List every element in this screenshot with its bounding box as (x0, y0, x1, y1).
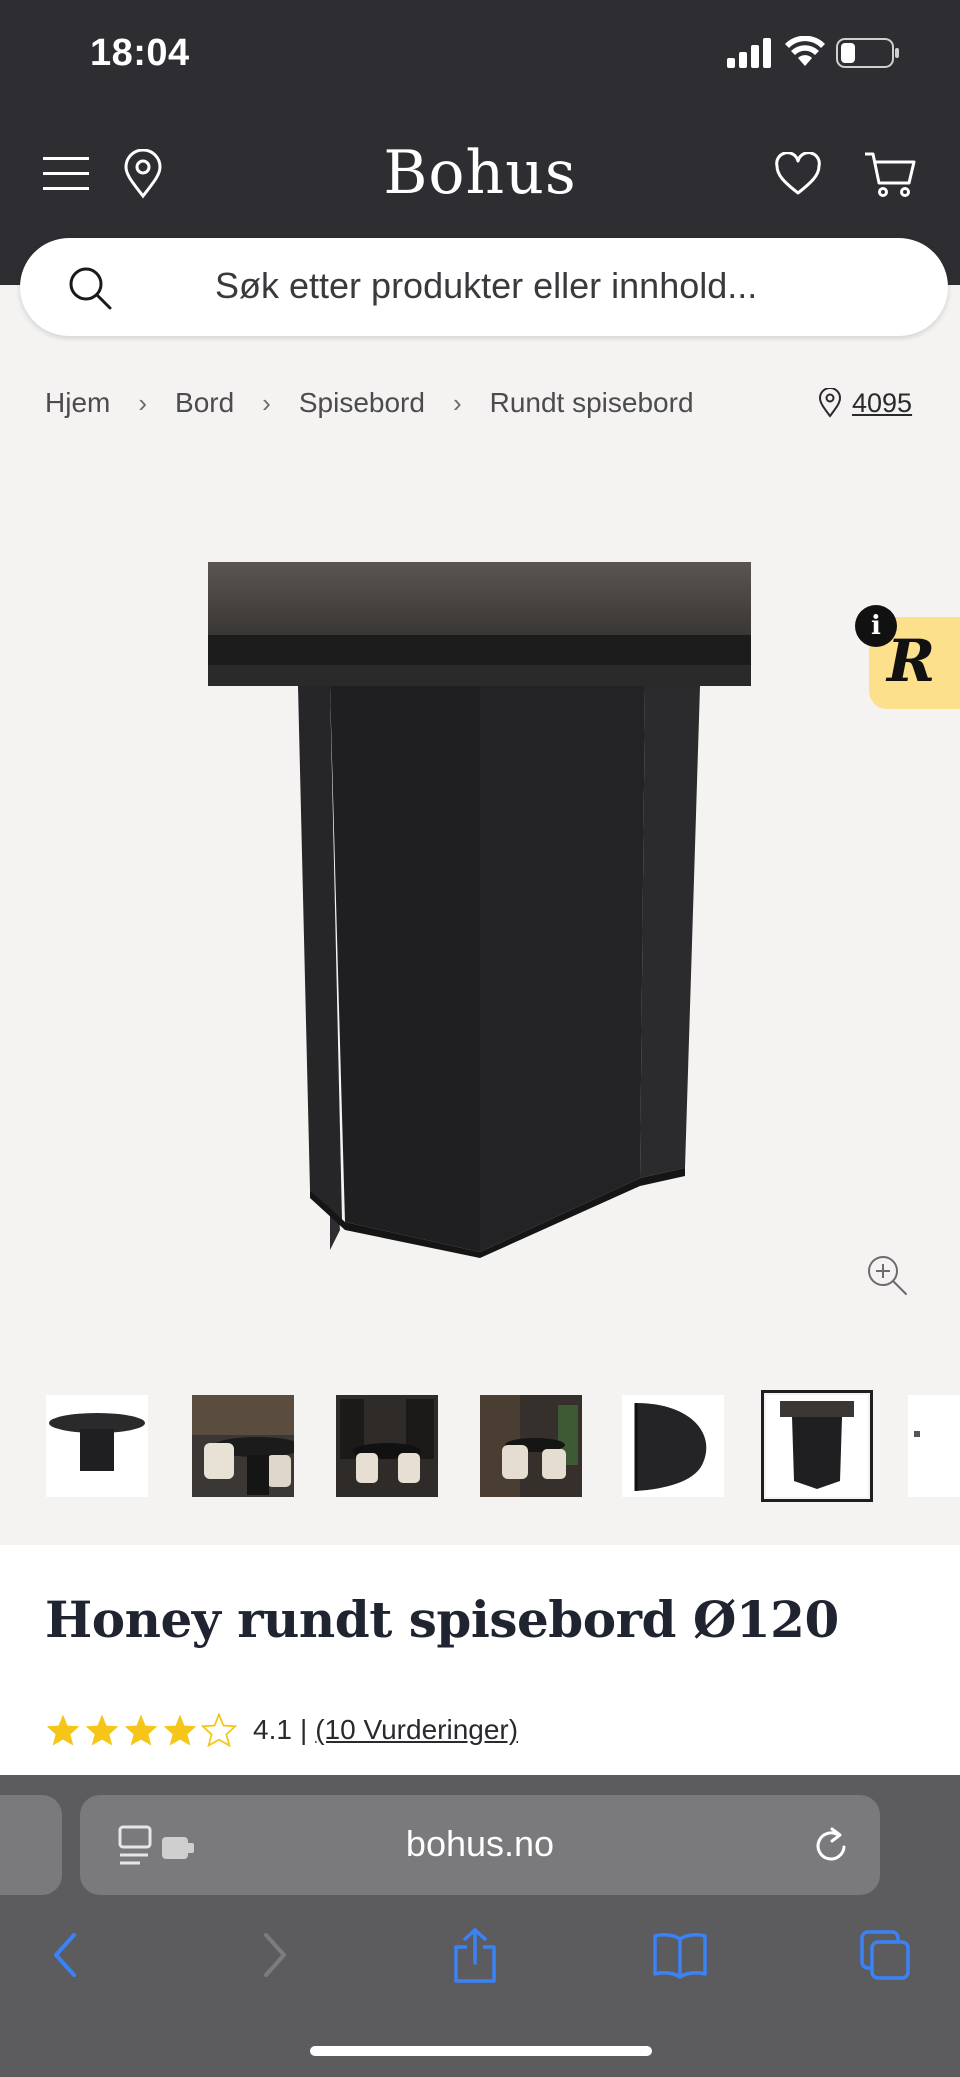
thumbnail-active[interactable] (761, 1390, 873, 1502)
product-main-image[interactable] (0, 460, 960, 1320)
status-bar: 18:04 (0, 0, 960, 110)
status-time: 18:04 (90, 32, 190, 74)
breadcrumb-home[interactable]: Hjem (45, 387, 110, 419)
tabs-icon (860, 1930, 910, 1980)
url-text: bohus.no (405, 1823, 555, 1864)
breadcrumb: Hjem › Bord › Spisebord › Rundt spisebor… (45, 383, 694, 423)
star-filled-icon (85, 1714, 119, 1746)
location-pin-icon (818, 388, 842, 418)
thumbnail[interactable] (46, 1395, 148, 1497)
star-filled-icon (163, 1714, 197, 1746)
tabs-button[interactable] (855, 1925, 915, 1985)
star-empty-icon (201, 1713, 237, 1747)
thumbnail[interactable] (336, 1395, 438, 1497)
search-placeholder: Søk etter produkter eller innhold... (215, 265, 758, 306)
book-icon (653, 1933, 707, 1979)
info-icon[interactable]: i (855, 605, 897, 647)
address-bar[interactable]: bohus.no (80, 1795, 880, 1895)
chevron-right-icon: › (138, 387, 148, 418)
search-input[interactable]: Søk etter produkter eller innhold... (20, 238, 948, 336)
back-button[interactable] (35, 1925, 95, 1985)
heart-icon (775, 152, 821, 195)
share-icon (454, 1928, 496, 1983)
cellular-signal-icon (727, 38, 771, 68)
thumbnail[interactable] (622, 1395, 724, 1497)
thumbnail-strip (0, 1390, 960, 1505)
shopping-cart-icon (865, 152, 916, 197)
chevron-right-icon (264, 1933, 286, 1977)
product-rating: 4.1 | (10 Vurderinger) (45, 1713, 518, 1747)
breadcrumb-rundt-spisebord[interactable]: Rundt spisebord (490, 387, 694, 419)
zoom-in-icon[interactable] (865, 1253, 909, 1297)
previous-tab-preview[interactable] (0, 1795, 62, 1895)
rating-score: 4.1 (253, 1714, 292, 1745)
chevron-left-icon (54, 1933, 76, 1977)
reviews-link[interactable]: (10 Vurderinger) (315, 1714, 518, 1746)
star-filled-icon (46, 1714, 80, 1746)
chevron-right-icon: › (262, 387, 271, 418)
review-badge-logo: R (887, 627, 936, 695)
product-title: Honey rundt spisebord Ø120 (45, 1590, 839, 1649)
forward-button[interactable] (245, 1925, 305, 1985)
bookmarks-button[interactable] (650, 1925, 710, 1985)
star-filled-icon (124, 1714, 158, 1746)
share-button[interactable] (445, 1925, 505, 1985)
breadcrumb-bord[interactable]: Bord (175, 387, 234, 419)
breadcrumb-spisebord[interactable]: Spisebord (299, 387, 425, 419)
thumbnail[interactable] (480, 1395, 582, 1497)
wishlist-button[interactable] (770, 148, 826, 200)
store-number[interactable]: 4095 (852, 388, 912, 419)
rating-stars (45, 1713, 237, 1747)
thumbnail[interactable] (908, 1395, 960, 1497)
search-icon (69, 267, 112, 310)
thumbnail[interactable] (192, 1395, 294, 1497)
rating-separator: | (299, 1714, 308, 1745)
wifi-icon (785, 36, 825, 66)
cart-button[interactable] (860, 146, 920, 202)
product-info-panel: Honey rundt spisebord Ø120 4.1 | (10 Vur… (0, 1545, 960, 1775)
reload-icon[interactable] (810, 1825, 852, 1867)
browser-toolbar: bohus.no (0, 1775, 960, 2077)
battery-icon (836, 38, 899, 68)
chevron-right-icon: › (452, 387, 462, 418)
home-indicator[interactable] (310, 2046, 652, 2056)
store-selector[interactable]: 4095 (818, 383, 912, 423)
